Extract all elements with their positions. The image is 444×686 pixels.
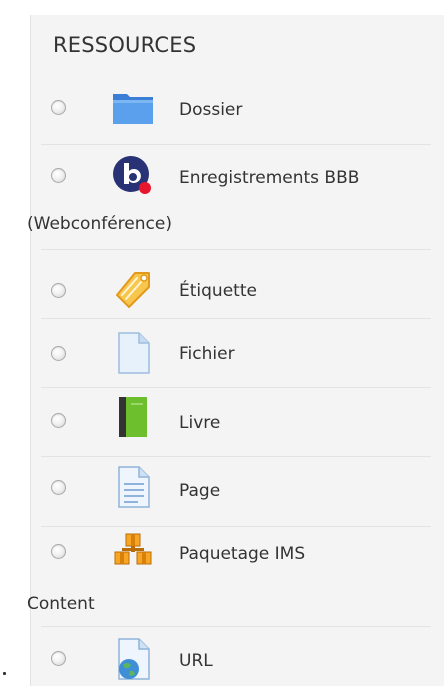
option-sublabel: (Webconférence) bbox=[27, 214, 172, 234]
separator bbox=[41, 249, 431, 250]
radio-button[interactable] bbox=[51, 100, 66, 115]
url-globe-icon bbox=[118, 638, 150, 680]
resources-panel: RESSOURCES Dossier Enregistrements BBB (… bbox=[27, 15, 444, 686]
option-label: Enregistrements BBB bbox=[179, 168, 360, 188]
resource-option-url[interactable]: URL bbox=[41, 638, 436, 686]
resource-option-fichier[interactable]: Fichier bbox=[41, 332, 436, 390]
bigbluebutton-icon bbox=[113, 156, 151, 194]
radio-button[interactable] bbox=[51, 413, 66, 428]
radio-button[interactable] bbox=[51, 346, 66, 361]
resource-option-bbb[interactable]: Enregistrements BBB (Webconférence) bbox=[27, 156, 436, 242]
radio-button[interactable] bbox=[51, 283, 66, 298]
option-label: Livre bbox=[179, 413, 221, 433]
stray-dot bbox=[3, 672, 6, 675]
separator bbox=[41, 626, 431, 627]
radio-button[interactable] bbox=[51, 651, 66, 666]
resource-option-dossier[interactable]: Dossier bbox=[41, 90, 436, 150]
file-icon bbox=[118, 332, 150, 374]
option-label: Paquetage IMS bbox=[179, 544, 306, 564]
folder-icon bbox=[113, 94, 153, 124]
ims-package-icon bbox=[114, 533, 152, 565]
radio-button[interactable] bbox=[51, 480, 66, 495]
activity-chooser: RESSOURCES Dossier Enregistrements BBB (… bbox=[0, 0, 444, 686]
resource-option-page[interactable]: Page bbox=[41, 466, 436, 528]
separator bbox=[41, 387, 431, 388]
radio-button[interactable] bbox=[51, 544, 66, 559]
label-tag-icon bbox=[116, 272, 150, 308]
section-title: RESSOURCES bbox=[53, 33, 197, 57]
option-label: Dossier bbox=[179, 100, 243, 120]
resource-option-etiquette[interactable]: Étiquette bbox=[41, 265, 436, 320]
resource-option-livre[interactable]: Livre bbox=[41, 397, 436, 460]
resource-option-ims[interactable]: Paquetage IMS Content bbox=[27, 533, 436, 617]
separator bbox=[41, 318, 431, 319]
separator bbox=[41, 526, 431, 527]
separator bbox=[41, 144, 431, 145]
page-icon bbox=[118, 466, 150, 508]
option-label: Page bbox=[179, 481, 221, 501]
option-label: Fichier bbox=[179, 344, 235, 364]
radio-button[interactable] bbox=[51, 168, 66, 183]
option-sublabel: Content bbox=[27, 594, 95, 614]
separator bbox=[41, 456, 431, 457]
option-label: URL bbox=[179, 651, 213, 671]
book-icon bbox=[119, 397, 147, 437]
option-label: Étiquette bbox=[179, 281, 257, 301]
